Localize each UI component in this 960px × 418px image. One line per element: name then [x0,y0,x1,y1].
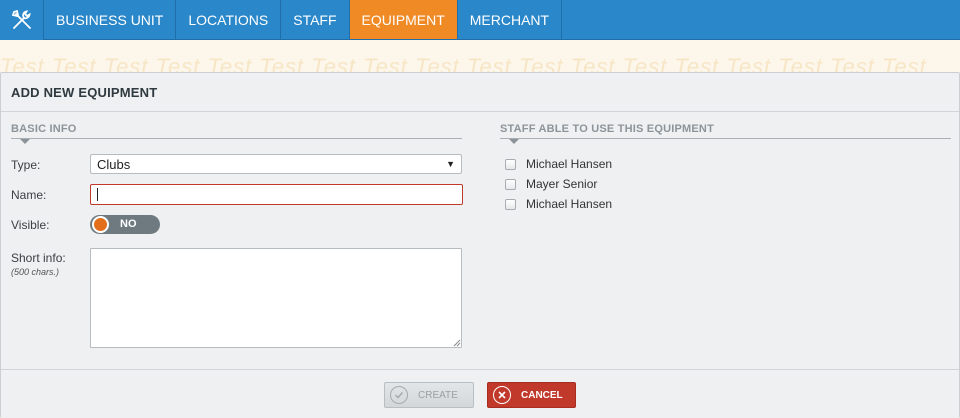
create-button[interactable]: CREATE [384,382,474,408]
name-label: Name: [11,188,47,202]
close-circle-icon [493,386,511,404]
short-info-textarea[interactable] [90,248,462,348]
name-input[interactable] [90,184,463,205]
chevron-down-icon: ▼ [446,159,455,169]
short-info-label: Short info: [11,251,66,265]
staff-name: Mayer Senior [526,177,598,191]
staff-divider [500,138,951,139]
basic-info-title: BASIC INFO [11,123,77,135]
type-select-value: Clubs [97,156,131,172]
type-label: Type: [11,158,41,172]
add-equipment-panel: ADD NEW EQUIPMENT BASIC INFO Type: Clubs… [0,72,960,418]
panel-header: ADD NEW EQUIPMENT [1,73,959,112]
visible-label: Visible: [11,218,50,232]
test-watermark: Test Test Test Test Test Test Test Test … [0,54,927,74]
text-cursor [97,188,98,201]
tools-logo[interactable] [0,0,44,40]
basic-info-arrow-icon [20,139,30,144]
staff-item[interactable]: Michael Hansen [505,196,612,212]
nav-merchant[interactable]: MERCHANT [458,0,563,39]
type-select[interactable]: Clubs ▼ [90,154,462,174]
nav-equipment[interactable]: EQUIPMENT [349,0,458,39]
panel-footer: CREATE CANCEL [1,369,959,418]
top-navigation: BUSINESS UNIT LOCATIONS STAFF EQUIPMENT … [0,0,960,40]
staff-checkbox[interactable] [505,178,516,190]
staff-item[interactable]: Michael Hansen [505,156,612,172]
staff-section-title: STAFF ABLE TO USE THIS EQUIPMENT [500,123,714,135]
nav-business-unit[interactable]: BUSINESS UNIT [44,0,177,39]
nav-staff[interactable]: STAFF [281,0,350,39]
staff-name: Michael Hansen [526,197,613,211]
toggle-knob [92,216,109,233]
staff-checkbox[interactable] [505,158,516,170]
staff-arrow-icon [509,139,519,144]
short-info-hint: (500 chars.) [11,267,60,277]
visible-toggle[interactable]: NO [90,215,160,234]
cancel-button-label: CANCEL [521,389,563,401]
staff-name: Michael Hansen [526,157,613,171]
staff-checkbox[interactable] [505,198,516,210]
cancel-button[interactable]: CANCEL [487,382,576,408]
nav-locations[interactable]: LOCATIONS [176,0,282,39]
tools-icon [11,9,31,29]
create-button-label: CREATE [418,389,458,401]
resize-grip-icon[interactable] [453,339,461,347]
staff-item[interactable]: Mayer Senior [505,176,597,192]
basic-info-divider [11,138,462,139]
visible-toggle-state: NO [120,218,137,230]
check-circle-icon [390,386,408,404]
panel-title: ADD NEW EQUIPMENT [11,84,158,100]
